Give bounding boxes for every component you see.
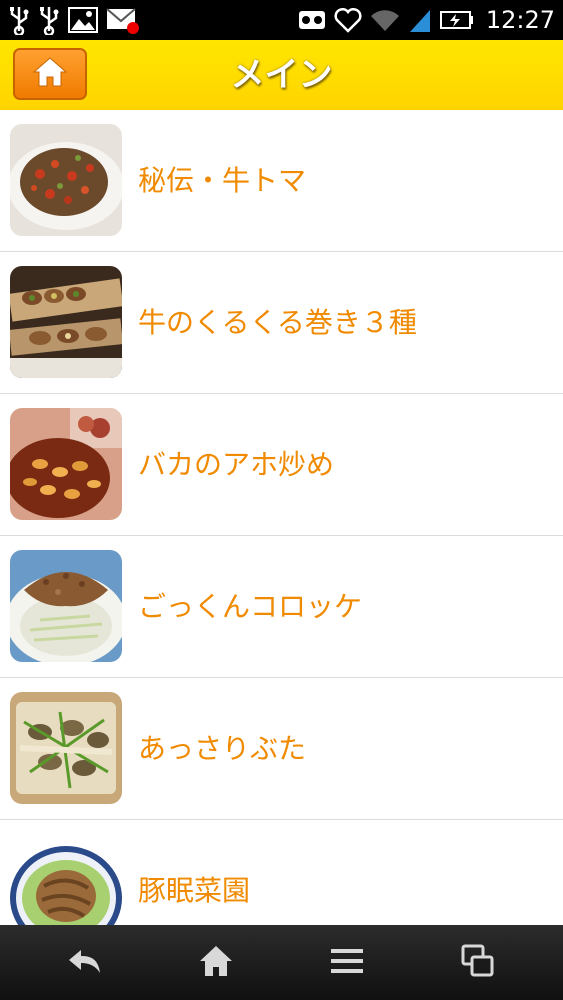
mail-icon [106,6,140,34]
menu-button[interactable] [277,925,417,1000]
thumbnail-croquette [10,550,122,662]
app-header: メイン [0,40,563,110]
clock: 12:27 [485,6,555,34]
list-item-label: あっさりぶた [138,732,307,765]
heart-icon [334,7,362,33]
list-item-label: 秘伝・牛トマ [138,164,307,197]
list-item[interactable]: 牛のくるくる巻き３種 [0,252,563,394]
menu-icon [329,946,365,980]
list-item[interactable]: バカのアホ炒め [0,394,563,536]
system-nav-bar [0,925,563,1000]
home-button[interactable] [13,48,87,100]
home-icon [198,944,234,982]
list-item[interactable]: 秘伝・牛トマ [0,110,563,252]
status-bar: 12:27 [0,0,563,40]
signal-icon [408,7,432,33]
home-icon [32,56,68,92]
image-icon [68,7,98,33]
recent-apps-icon [460,943,496,983]
list-item-label: バカのアホ炒め [138,448,335,481]
usb-icon [38,5,60,35]
usb-icon [8,5,30,35]
thumbnail-pork-clams [10,692,122,804]
thumbnail-pork-lettuce [10,834,122,925]
back-icon [66,946,104,980]
back-button[interactable] [15,925,155,1000]
list-item-label: 豚眠菜園 [138,874,251,907]
nav-home-button[interactable] [146,925,286,1000]
list-item-label: ごっくんコロッケ [138,590,363,623]
list-item[interactable]: 豚眠菜園 [0,820,563,925]
recipe-list: 秘伝・牛トマ 牛のくるくる巻き３種 バカのアホ炒め ごっくんコロッケ あっさりぶ… [0,110,563,925]
thumbnail-beef-rolls [10,266,122,378]
voicemail-icon [298,9,326,31]
recent-apps-button[interactable] [408,925,548,1000]
list-item[interactable]: ごっくんコロッケ [0,536,563,678]
thumbnail-garlic-stirfry [10,408,122,520]
thumbnail-beef-tomato [10,124,122,236]
list-item-label: 牛のくるくる巻き３種 [138,306,417,339]
wifi-icon [370,8,400,32]
battery-charging-icon [439,9,474,31]
list-item[interactable]: あっさりぶた [0,678,563,820]
